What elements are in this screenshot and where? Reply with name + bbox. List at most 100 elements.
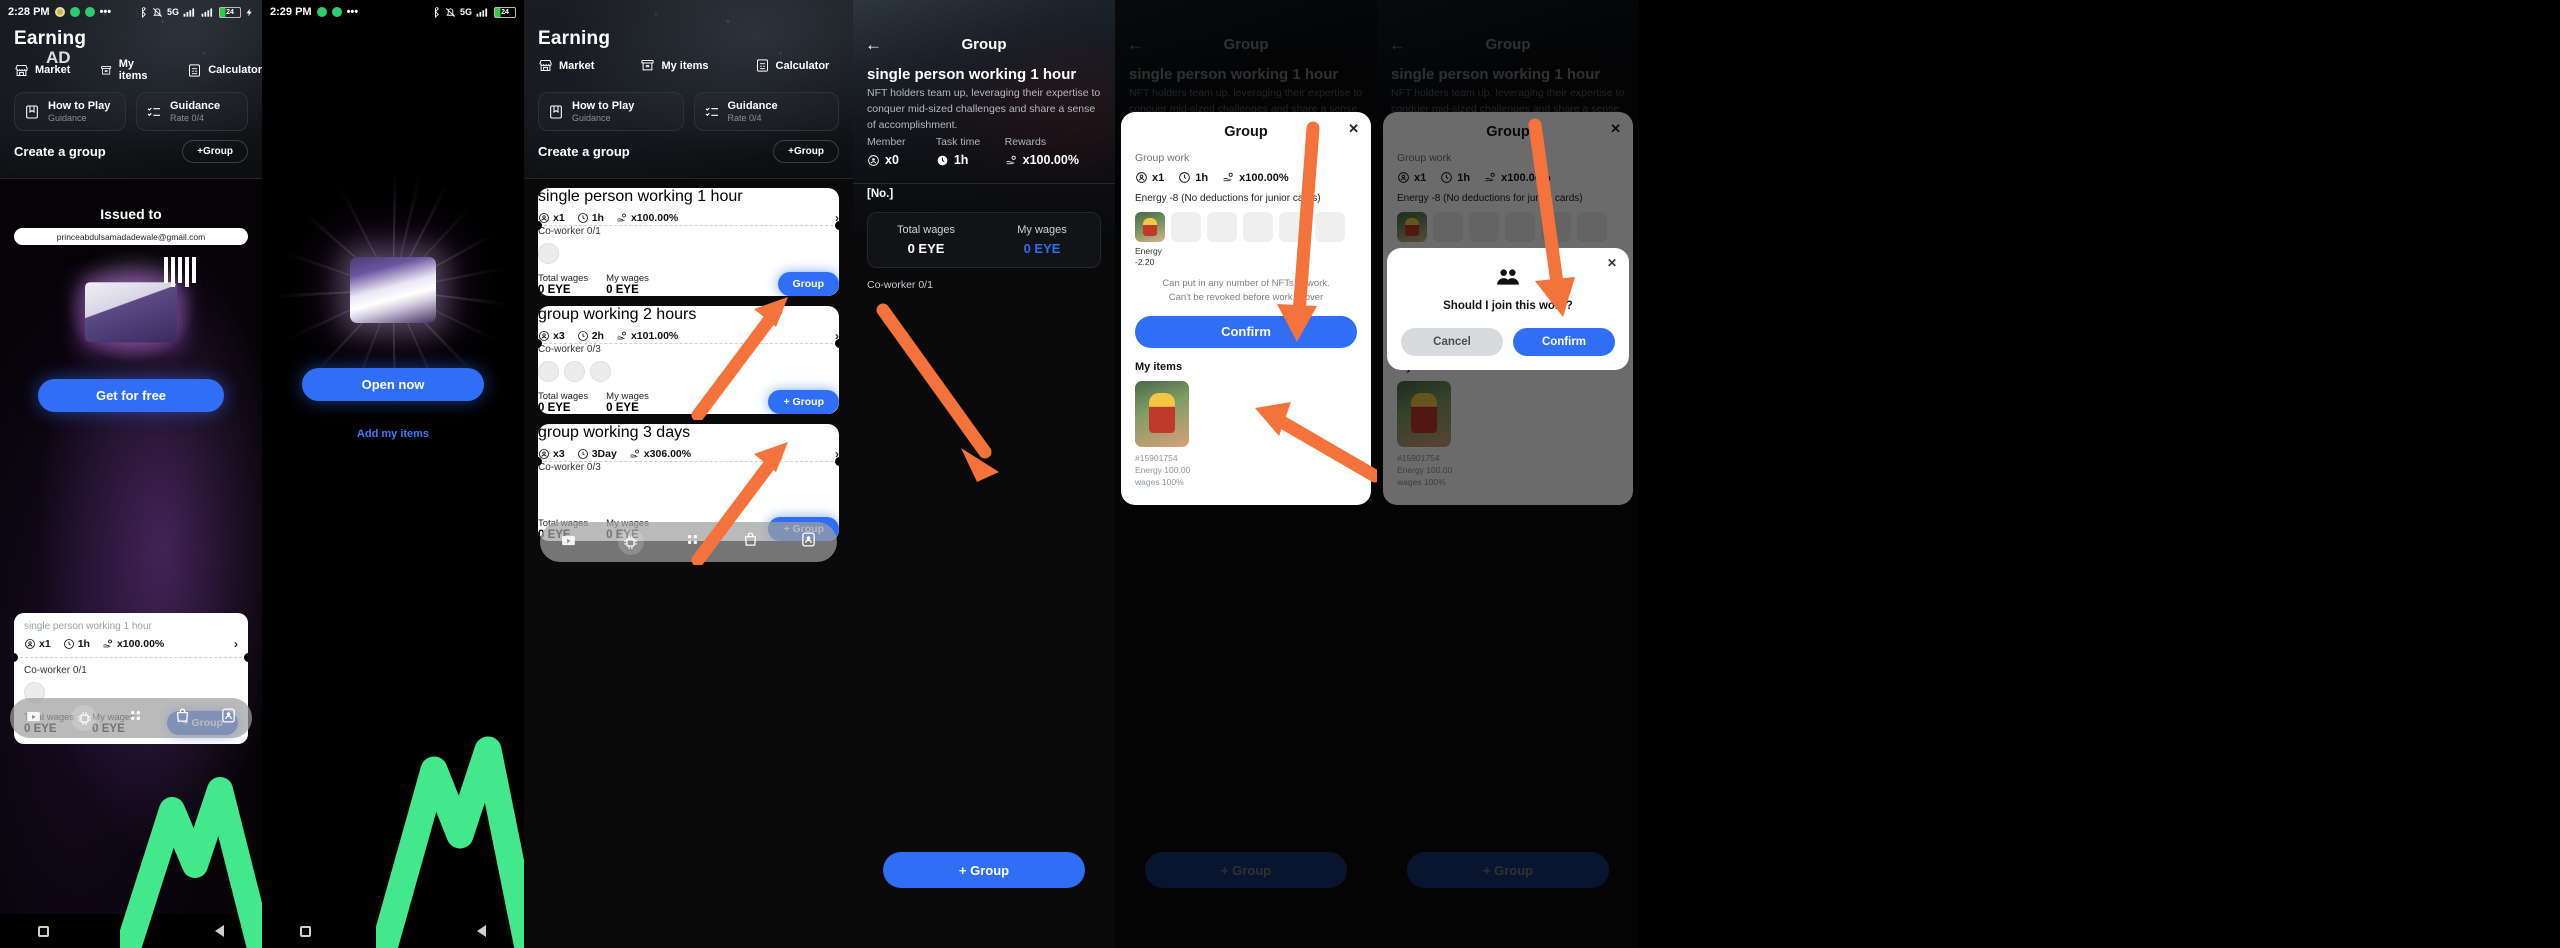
coworker-avatar-slot-2b[interactable]	[564, 361, 585, 382]
cancel-button[interactable]: Cancel	[1401, 328, 1503, 356]
notification-dot-green-3	[316, 7, 327, 17]
rewards-value-3: x306.00%	[643, 448, 692, 460]
group-list[interactable]: single person working 1 hour x1 1h x100.…	[524, 180, 853, 948]
status-time: 2:28 PM	[8, 6, 50, 18]
coworker-avatar-slot-2c[interactable]	[590, 361, 611, 382]
nav-item-calculator-3[interactable]: Calculator	[755, 58, 829, 73]
coworker-avatar-slot-2a[interactable]	[538, 361, 559, 382]
hand-coin-icon-4	[1005, 155, 1016, 164]
back-triangle-icon-2[interactable]	[476, 925, 486, 937]
store-icon-3[interactable]	[560, 531, 577, 553]
open-now-button[interactable]: Open now	[302, 368, 484, 401]
get-for-free-button[interactable]: Get for free	[38, 379, 224, 412]
guidance-card[interactable]: Guidance Rate 0/4	[136, 92, 248, 132]
guidance-sub: Rate 0/4	[170, 112, 205, 123]
recents-square-icon[interactable]	[38, 925, 50, 937]
nft-slot-empty-6c[interactable]	[1505, 212, 1535, 242]
nav-item-calculator-label: Calculator	[208, 64, 262, 76]
modal-members-value-6: x1	[1414, 171, 1427, 184]
group-join-button-2[interactable]: + Group	[768, 390, 839, 414]
group-card-meta-1: x1 1h x100.00% ›	[538, 211, 839, 225]
panel-group-modal: ← Group single person working 1 hour NFT…	[1115, 0, 1377, 948]
dialog-close-icon[interactable]: ✕	[1607, 256, 1617, 270]
mute-bell-icon-2	[446, 7, 455, 17]
nft-slot-empty-4[interactable]	[1279, 212, 1309, 242]
add-group-button-3[interactable]: +Group	[773, 140, 839, 163]
close-icon[interactable]: ✕	[1348, 121, 1359, 137]
nft-slot-empty-6b[interactable]	[1469, 212, 1499, 242]
modal-confirm-button[interactable]: Confirm	[1135, 315, 1357, 348]
recents-square-icon-2[interactable]	[300, 925, 312, 937]
chip-icon-3[interactable]	[617, 529, 644, 555]
back-triangle-icon[interactable]	[214, 925, 224, 937]
nav-item-market-3[interactable]: Market	[538, 58, 594, 73]
community-icon-3[interactable]	[684, 531, 701, 553]
home-circle-icon[interactable]	[125, 924, 139, 938]
time-value: 1h	[77, 638, 90, 650]
chip-icon[interactable]	[71, 705, 98, 731]
nft-slot-empty-2[interactable]	[1207, 212, 1237, 242]
notification-dot-green-4	[331, 7, 342, 17]
notification-dot-green-2	[84, 7, 95, 17]
nft-slot-row-6	[1397, 212, 1619, 242]
my-wages-label-2: My wages	[606, 391, 649, 402]
bag-icon[interactable]	[174, 707, 191, 729]
my-nft-thumbnail[interactable]	[1135, 380, 1189, 447]
list-item[interactable]: group working 2 hours x3 2h x101.00% › C…	[538, 306, 839, 414]
detail-total-wages: Total wages 0 EYE	[868, 224, 984, 256]
bag-icon-3[interactable]	[742, 531, 759, 553]
my-wages-2: My wages 0 EYE	[606, 391, 649, 414]
nav-item-my-items-3[interactable]: My items	[640, 58, 709, 73]
community-icon[interactable]	[127, 707, 144, 729]
nft-box	[85, 282, 177, 343]
how-to-play-card[interactable]: How to Play Guidance	[14, 92, 126, 132]
person-icon-4	[868, 154, 879, 166]
profile-icon-3[interactable]	[800, 531, 817, 553]
join-confirm-dialog: ✕ Should I join this work? Cancel Confir…	[1387, 248, 1629, 370]
group-card-header: single person working 1 hour x1 1h x100.…	[14, 613, 248, 657]
add-group-cta[interactable]: + Group	[883, 852, 1085, 888]
nft-slot-empty-6d[interactable]	[1541, 212, 1571, 242]
nft-slot-filled-6[interactable]	[1397, 212, 1427, 242]
status-time-2: 2:29 PM	[270, 6, 312, 18]
nav-item-market-label-3: Market	[559, 59, 595, 72]
clock-icon-3x	[577, 449, 588, 459]
rewards-meta-3: x306.00%	[629, 448, 691, 460]
confirm-button[interactable]: Confirm	[1513, 328, 1615, 356]
add-group-button[interactable]: +Group	[182, 140, 248, 163]
nft-slot-empty-6a[interactable]	[1433, 212, 1463, 242]
how-to-play-title-3: How to Play	[572, 100, 635, 112]
total-wages-label-1: Total wages	[538, 273, 589, 284]
detail-my-wages-value: 0 EYE	[1023, 241, 1061, 256]
my-wages-label-1: My wages	[606, 273, 649, 284]
profile-icon[interactable]	[220, 707, 237, 729]
slot-energy-value: -2.20	[1135, 256, 1155, 267]
nft-slot-empty-1[interactable]	[1171, 212, 1201, 242]
nav-item-calculator[interactable]: Calculator	[187, 58, 262, 82]
close-icon-6[interactable]: ✕	[1610, 121, 1621, 137]
nav-item-my-items[interactable]: My items	[100, 58, 157, 82]
my-nft-thumbnail-6[interactable]	[1397, 380, 1451, 447]
nft-slot-empty-3[interactable]	[1243, 212, 1273, 242]
members-meta: x1	[24, 638, 51, 650]
nft-slot-empty-5[interactable]	[1315, 212, 1345, 242]
nft-slot-empty-6e[interactable]	[1577, 212, 1607, 242]
group-card-title-2: group working 2 hours	[538, 306, 697, 323]
coworker-avatar-slot-1[interactable]	[538, 243, 559, 264]
stat-member-label: Member	[867, 136, 906, 148]
how-to-play-card-3[interactable]: How to Play Guidance	[538, 92, 684, 132]
group-join-button-1[interactable]: Group	[777, 272, 839, 296]
issued-email: princeabdulsamadadewale@gmail.com	[14, 228, 248, 245]
guidance-card-3[interactable]: Guidance Rate 0/4	[693, 92, 839, 132]
list-item[interactable]: single person working 1 hour x1 1h x100.…	[538, 188, 839, 296]
screen-2: 2:29 PM ••• 5G 24 Open now Add my items	[262, 0, 524, 948]
add-my-items-link[interactable]: Add my items	[262, 428, 524, 440]
nft-slot-filled[interactable]	[1135, 212, 1165, 242]
store-icon[interactable]	[25, 707, 42, 729]
home-circle-icon-2[interactable]	[387, 924, 401, 938]
annotation-arrow-orange-3	[876, 303, 999, 482]
treasure-chest-icon	[350, 257, 436, 323]
chevron-right-icon[interactable]: ›	[234, 637, 238, 651]
how-to-play-sub: Guidance	[48, 112, 87, 123]
hand-coin-icon-1	[617, 213, 626, 222]
